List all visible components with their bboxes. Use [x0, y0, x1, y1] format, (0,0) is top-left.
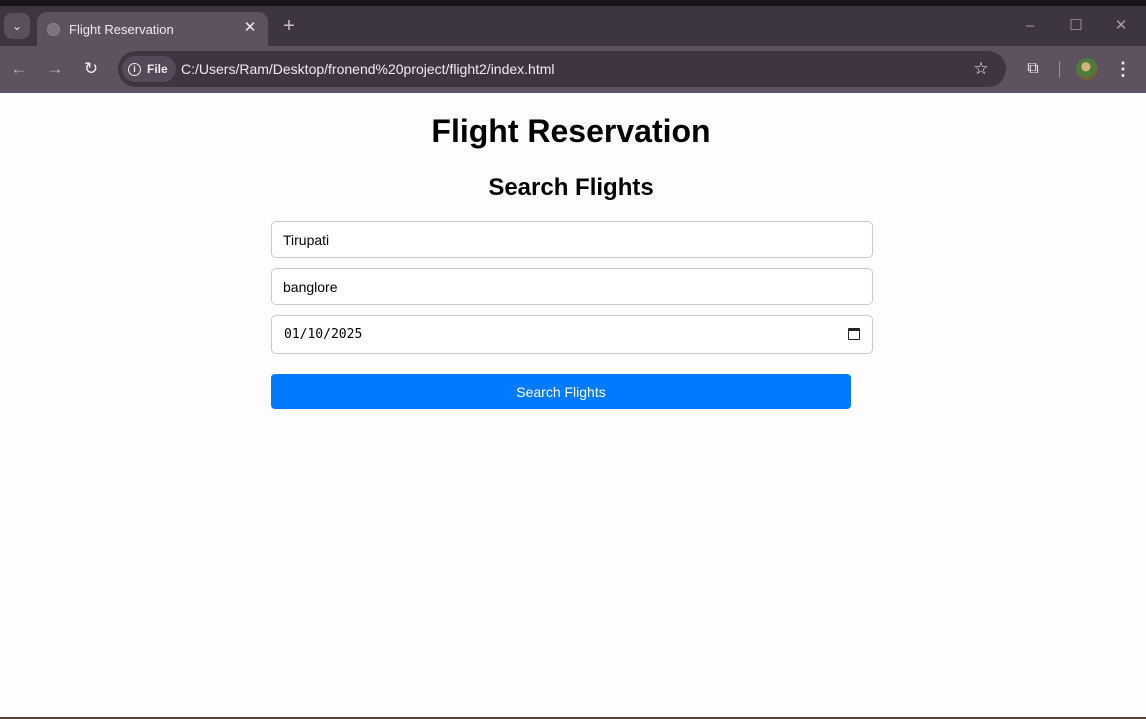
page-title: Flight Reservation	[431, 113, 711, 149]
tab-flight-reservation[interactable]: Flight Reservation ✕	[37, 12, 268, 46]
tab-title: Flight Reservation	[69, 22, 174, 37]
minimize-icon[interactable]: –	[1020, 16, 1040, 36]
back-icon[interactable]: ←	[8, 58, 30, 80]
close-icon[interactable]: ✕	[241, 19, 259, 37]
info-icon: i	[128, 62, 141, 76]
address-bar[interactable]: i File C:/Users/Ram/Desktop/fronend%20pr…	[118, 51, 1006, 87]
date-value: 01/10/2025	[284, 327, 363, 342]
globe-icon	[47, 23, 60, 36]
url-text[interactable]: C:/Users/Ram/Desktop/fronend%20project/f…	[181, 61, 555, 77]
close-window-icon[interactable]: ✕	[1111, 16, 1131, 36]
from-input[interactable]: Tirupati	[271, 221, 873, 258]
chevron-down-icon: ⌄	[11, 19, 23, 33]
site-info-chip[interactable]: i File	[122, 56, 176, 82]
avatar[interactable]	[1076, 58, 1098, 80]
search-button-label: Search Flights	[516, 383, 606, 400]
to-value: banglore	[283, 278, 338, 295]
tab-search-button[interactable]: ⌄	[4, 13, 30, 39]
date-input[interactable]: 01/10/2025	[271, 315, 873, 354]
calendar-icon[interactable]	[848, 328, 860, 340]
browser-toolbar: ← → ↻ i File C:/Users/Ram/Desktop/fronen…	[0, 46, 1146, 93]
forward-icon[interactable]: →	[44, 58, 66, 80]
to-input[interactable]: banglore	[271, 268, 873, 305]
search-heading: Search Flights	[488, 174, 654, 201]
page-viewport: Flight Reservation Search Flights Tirupa…	[0, 93, 1146, 717]
reload-icon[interactable]: ↻	[80, 58, 102, 80]
star-icon[interactable]: ☆	[970, 58, 992, 80]
file-label: File	[147, 62, 168, 76]
toolbar-divider	[1059, 61, 1060, 78]
from-value: Tirupati	[283, 231, 330, 248]
tab-bar: ⌄ Flight Reservation ✕ + – ☐ ✕	[0, 6, 1146, 46]
menu-icon[interactable]: ⋮	[1114, 58, 1132, 80]
maximize-icon[interactable]: ☐	[1066, 16, 1086, 36]
extensions-icon[interactable]: ⧉	[1022, 58, 1044, 80]
search-flights-button[interactable]: Search Flights	[271, 374, 851, 409]
plus-icon[interactable]: +	[280, 16, 298, 36]
